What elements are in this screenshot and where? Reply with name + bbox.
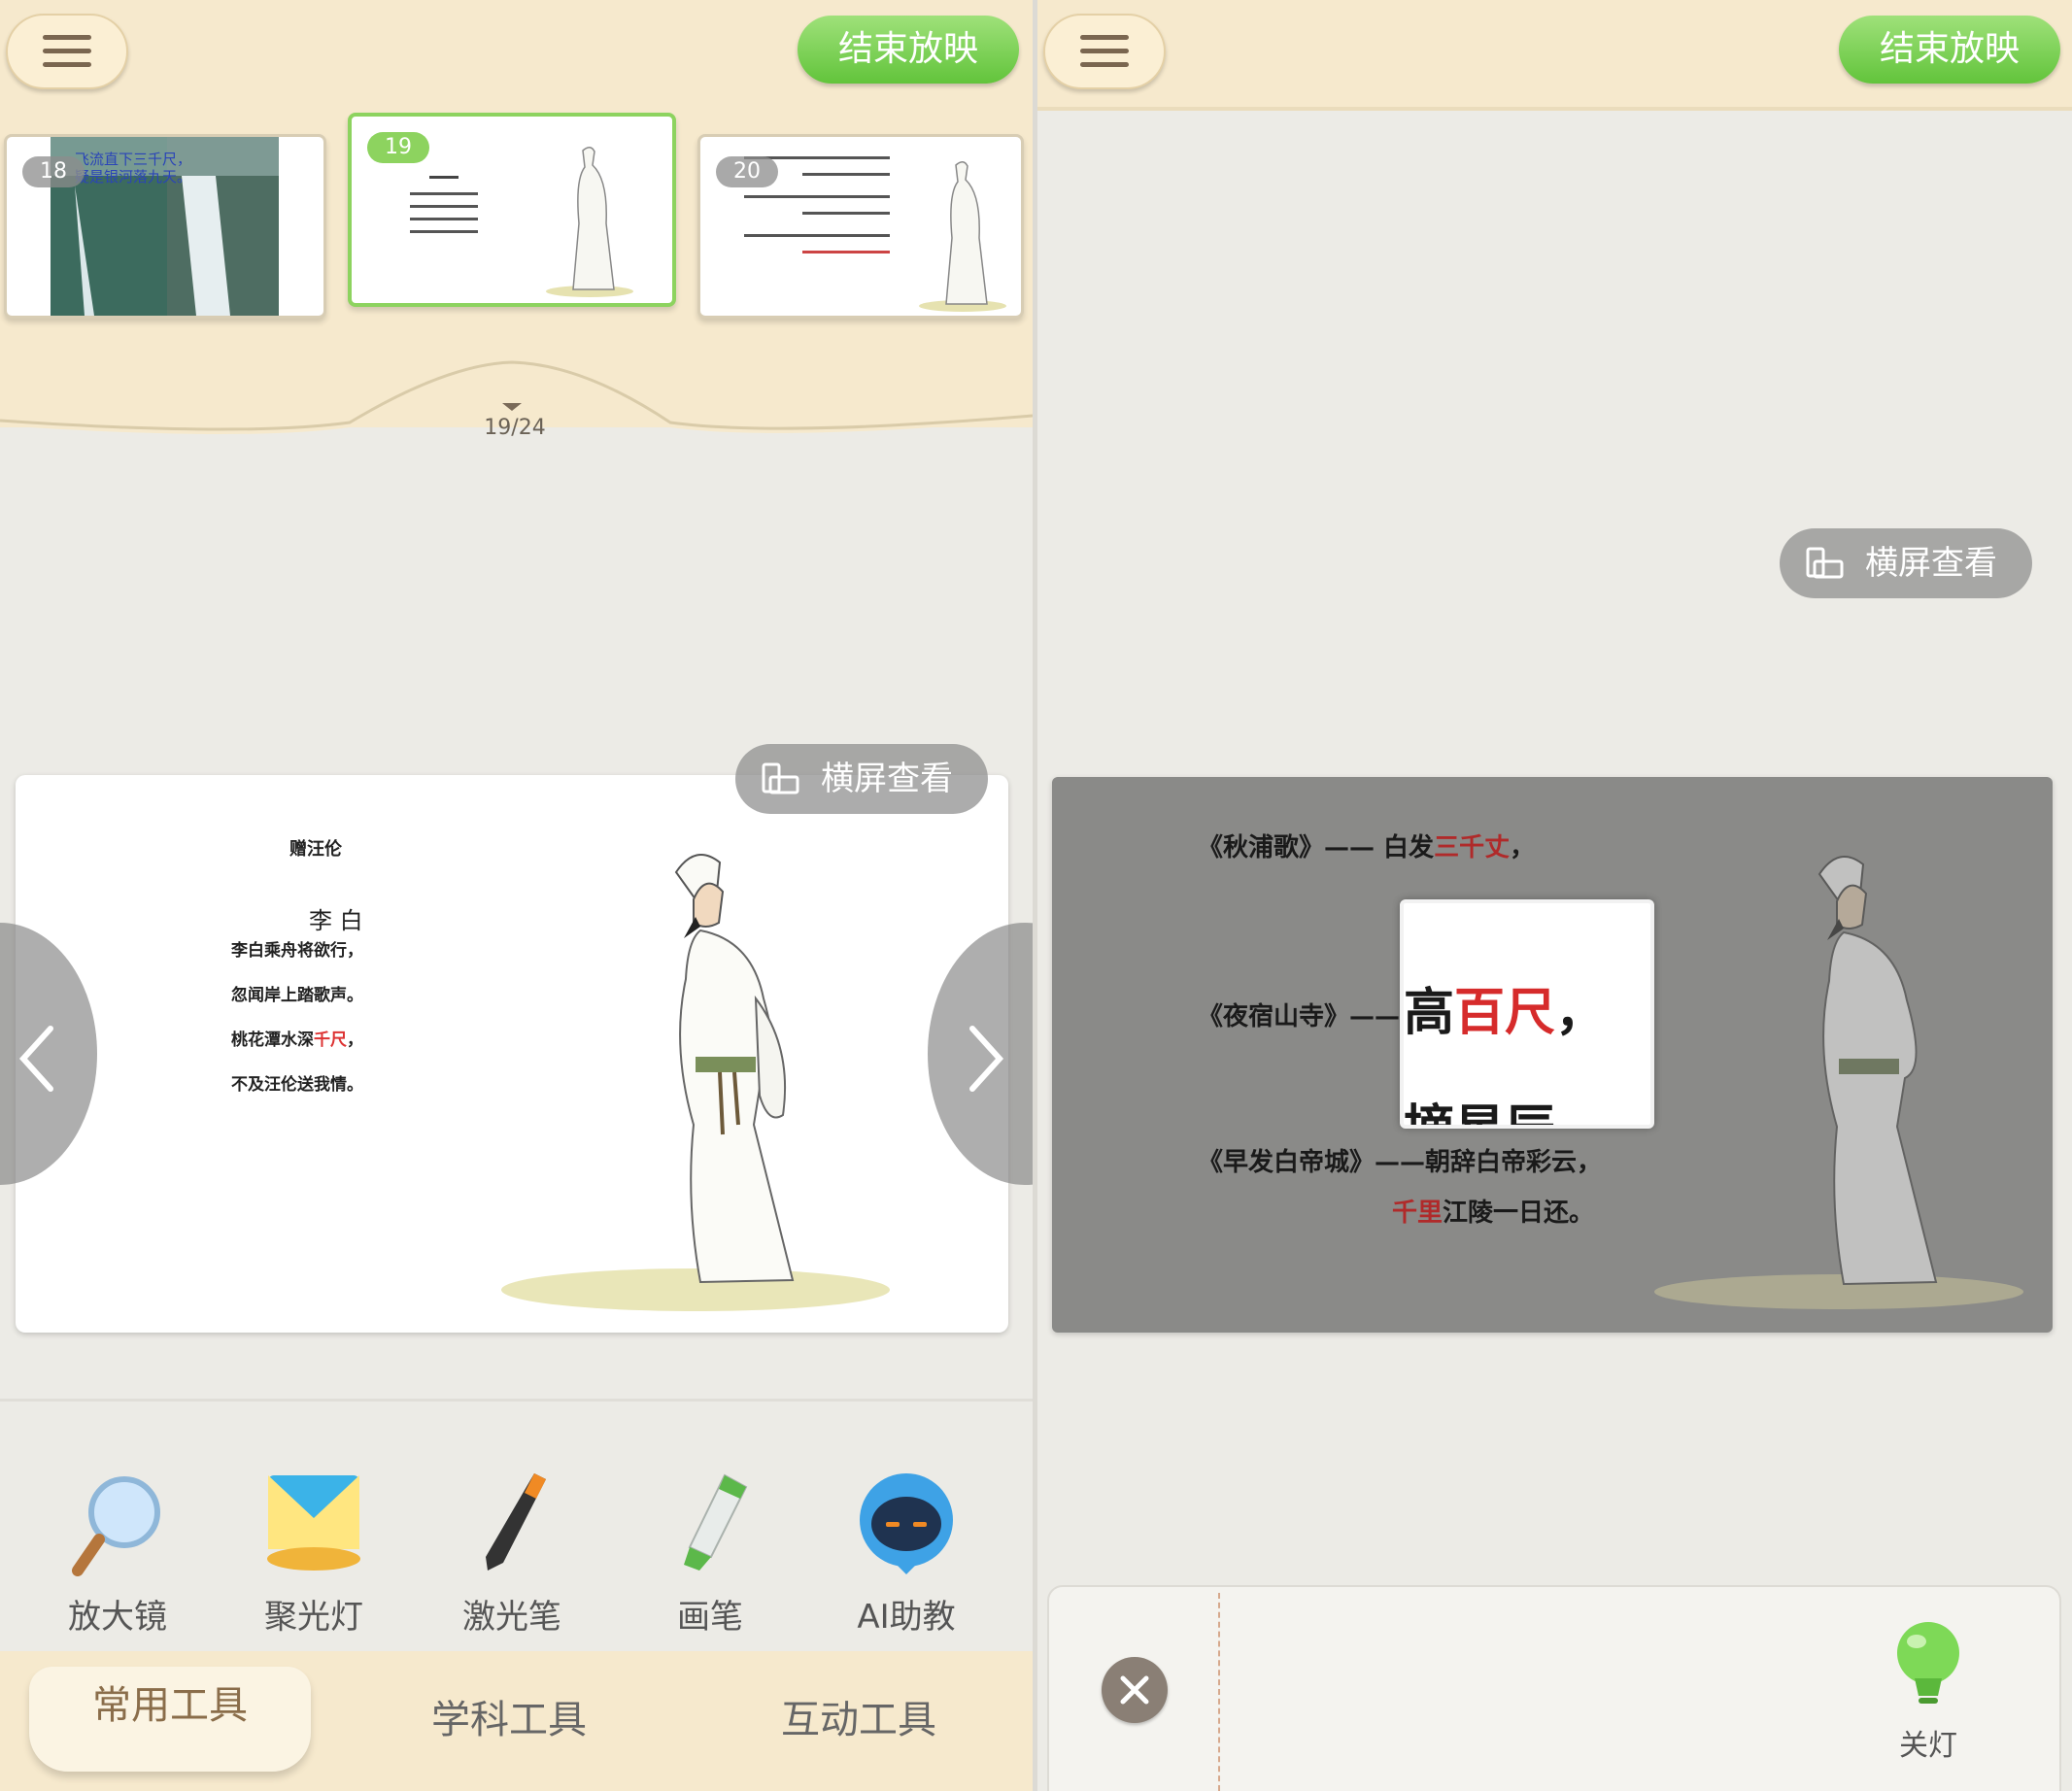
- end-slideshow-button[interactable]: 结束放映: [798, 16, 1019, 84]
- thumb-caption: 疑是银河落九天。: [75, 168, 192, 186]
- tool-label: 聚光灯: [264, 1598, 363, 1637]
- landscape-view-button[interactable]: 横屏查看: [1780, 528, 2032, 598]
- rotate-screen-icon: [762, 762, 799, 794]
- slide-thumbnail-18[interactable]: 飞流直下三千尺， 疑是银河落九天。 18: [4, 134, 326, 319]
- right-panel: 结束放映 横屏查看 《秋浦歌》—— 白发三千丈， 《夜宿山寺》—— 《早发白帝城…: [1037, 0, 2072, 1791]
- current-slide: 赠汪伦 李 白 李白乘舟将欲行， 忽闻岸上踏歌声。 桃花潭水深千尺， 不及汪伦送…: [16, 775, 1008, 1333]
- poem-line: 桃花潭水深千尺，: [231, 1026, 363, 1050]
- poem-line: 不及汪伦送我情。: [231, 1075, 363, 1095]
- slide-number-badge: 19: [367, 132, 429, 163]
- poem-text: 桃花潭水深: [231, 1031, 314, 1050]
- tray-separator: [1218, 1593, 1220, 1791]
- thumb-caption: 飞流直下三千尺，: [75, 151, 192, 168]
- poem-text: ，: [1555, 983, 1607, 1042]
- poem-text: 江陵一日还。: [1443, 1199, 1595, 1228]
- poem-text: ，: [347, 1031, 363, 1050]
- tool-label: 画笔: [677, 1598, 743, 1637]
- poem-highlight: 千里: [1392, 1199, 1444, 1228]
- landscape-view-label: 横屏查看: [821, 760, 953, 798]
- tool-label: 激光笔: [462, 1598, 561, 1637]
- left-panel: 结束放映 飞流直下三千尺， 疑是银河落九天。 18 19 20 19/24 赠汪…: [0, 0, 1033, 1791]
- tool-label: AI助教: [857, 1598, 956, 1637]
- tab-common-tools[interactable]: 常用工具: [29, 1667, 311, 1772]
- menu-button[interactable]: [1043, 14, 1166, 89]
- strip-collapse-icon[interactable]: [500, 401, 524, 415]
- li-bai-figure: [501, 854, 890, 1311]
- marker-pen-tool[interactable]: 画笔: [628, 1470, 793, 1638]
- tool-label: 放大镜: [68, 1598, 167, 1637]
- poem-line: 《早发白帝城》——朝辞白帝彩云，: [1198, 1148, 1603, 1177]
- poem-line: 忽闻岸上踏歌声。: [231, 986, 363, 1005]
- spotlight-text: 摘星辰: [1404, 1088, 1555, 1125]
- poem-text: 《秋浦歌》—— 白发: [1198, 833, 1435, 862]
- poem-line: 《夜宿山寺》——: [1198, 1002, 1401, 1031]
- lights-off-label: 关灯: [1899, 1729, 1957, 1763]
- tool-category-tabs: 常用工具 学科工具 互动工具: [0, 1651, 1033, 1791]
- ai-assistant-tool[interactable]: AI助教: [824, 1470, 989, 1638]
- close-icon: [1120, 1675, 1149, 1705]
- close-spotlight-button[interactable]: [1102, 1657, 1168, 1723]
- poem-line: 《秋浦歌》—— 白发三千丈，: [1198, 828, 1535, 863]
- slide-number-badge: 20: [716, 156, 778, 187]
- chevron-left-icon: [18, 1026, 53, 1092]
- laser-pen-icon: [486, 1473, 546, 1571]
- li-bai-figure-thumb: [546, 147, 633, 297]
- chevron-right-icon: [969, 1026, 1004, 1092]
- poem-highlight: 百尺: [1454, 983, 1556, 1042]
- poem-author: 李 白: [309, 907, 363, 934]
- laser-pen-tool[interactable]: 激光笔: [429, 1470, 594, 1638]
- ai-assistant-robot-icon: [860, 1473, 953, 1574]
- spotlight-icon: [267, 1475, 360, 1571]
- slide-thumbnail-20[interactable]: 20: [697, 134, 1024, 319]
- spotlight-tool[interactable]: 聚光灯: [231, 1470, 396, 1638]
- landscape-view-label: 横屏查看: [1865, 544, 1997, 583]
- tab-subject-tools[interactable]: 学科工具: [431, 1688, 587, 1744]
- menu-button[interactable]: [6, 14, 128, 89]
- poem-line: 李白乘舟将欲行，: [231, 941, 363, 961]
- li-bai-figure-thumb: [919, 161, 1006, 312]
- spotlight-slide: 《秋浦歌》—— 白发三千丈， 《夜宿山寺》—— 《早发白帝城》——朝辞白帝彩云，…: [1052, 777, 2053, 1333]
- landscape-view-button[interactable]: 横屏查看: [735, 744, 988, 814]
- slide-number-badge: 18: [22, 156, 85, 187]
- lights-off-button[interactable]: 关灯: [1875, 1618, 1982, 1764]
- rotate-screen-icon: [1806, 547, 1844, 579]
- slide-thumbnail-19[interactable]: 19: [348, 113, 676, 307]
- slide-counter: 19/24: [484, 416, 546, 440]
- tab-interactive-tools[interactable]: 互动工具: [781, 1688, 936, 1744]
- poem-highlight: 三千丈: [1434, 833, 1511, 862]
- poem-highlight: 千尺: [314, 1031, 347, 1050]
- mini-text-lines: [410, 170, 478, 233]
- marker-pen-icon: [684, 1473, 748, 1571]
- spotlight-window[interactable]: 高百尺， 摘星辰: [1400, 899, 1654, 1129]
- magnifier-icon: [72, 1476, 160, 1576]
- li-bai-figure: [1654, 856, 2023, 1309]
- lightbulb-icon: [1897, 1622, 1959, 1704]
- spotlight-text: 高百尺，: [1404, 971, 1606, 1044]
- poem-title: 赠汪伦: [289, 839, 342, 860]
- poem-line: 千里江陵一日还。: [1392, 1193, 1594, 1229]
- poem-text: 高: [1404, 983, 1455, 1042]
- poem-text: ，: [1510, 833, 1536, 862]
- magnifier-tool[interactable]: 放大镜: [35, 1470, 200, 1638]
- end-slideshow-button[interactable]: 结束放映: [1839, 16, 2060, 84]
